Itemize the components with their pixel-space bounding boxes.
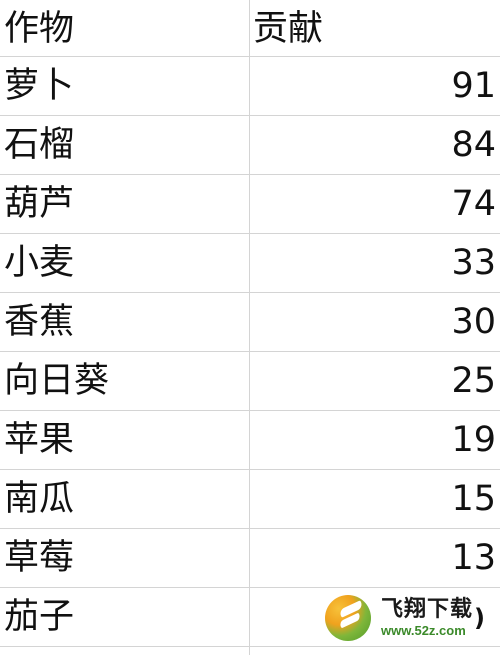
contribution-cell[interactable]: 74 — [250, 175, 500, 233]
watermark-url: www.52z.com — [381, 623, 466, 638]
table-row: 草莓 13 — [0, 529, 500, 588]
contribution-cell[interactable]: 19 — [250, 411, 500, 469]
obscured-value-tail: ) — [474, 604, 485, 632]
crop-cell[interactable]: 苹果 — [0, 411, 250, 469]
contribution-cell[interactable]: 91 — [250, 57, 500, 115]
contribution-cell[interactable]: 25 — [250, 352, 500, 410]
crop-cell-empty[interactable] — [0, 647, 250, 655]
crop-cell[interactable]: 葫芦 — [0, 175, 250, 233]
crop-cell[interactable]: 草莓 — [0, 529, 250, 587]
table-row: 萝卜 91 — [0, 57, 500, 116]
table-row: 小麦 33 — [0, 234, 500, 293]
watermark-logo-icon — [325, 595, 371, 641]
crop-cell[interactable]: 萝卜 — [0, 57, 250, 115]
crop-cell[interactable]: 南瓜 — [0, 470, 250, 528]
table-row: 南瓜 15 — [0, 470, 500, 529]
header-row: 作物 贡献 — [0, 0, 500, 57]
watermark-text: 飞翔下载 www.52z.com — [381, 597, 474, 638]
crop-cell[interactable]: 向日葵 — [0, 352, 250, 410]
watermark: 飞翔下载 www.52z.com ) — [325, 593, 491, 643]
contribution-cell[interactable]: 30 — [250, 293, 500, 351]
header-crop[interactable]: 作物 — [0, 0, 250, 56]
contribution-cell[interactable]: 15 — [250, 470, 500, 528]
crop-cell[interactable]: 小麦 — [0, 234, 250, 292]
contribution-cell[interactable]: 13 — [250, 529, 500, 587]
crop-cell[interactable]: 香蕉 — [0, 293, 250, 351]
table-row: 石榴 84 — [0, 116, 500, 175]
contribution-cell[interactable]: 84 — [250, 116, 500, 174]
table-row-partial — [0, 647, 500, 655]
table-row: 香蕉 30 — [0, 293, 500, 352]
crop-cell[interactable]: 石榴 — [0, 116, 250, 174]
spreadsheet-table: 作物 贡献 萝卜 91 石榴 84 葫芦 74 小麦 33 香蕉 30 向日葵 … — [0, 0, 500, 655]
table-row: 葫芦 74 — [0, 175, 500, 234]
table-row: 向日葵 25 — [0, 352, 500, 411]
header-contribution[interactable]: 贡献 — [250, 0, 500, 56]
crop-cell[interactable]: 茄子 — [0, 588, 250, 646]
contribution-cell-empty[interactable] — [250, 647, 500, 655]
watermark-brand: 飞翔下载 — [381, 597, 474, 622]
table-row: 苹果 19 — [0, 411, 500, 470]
contribution-cell[interactable]: 33 — [250, 234, 500, 292]
